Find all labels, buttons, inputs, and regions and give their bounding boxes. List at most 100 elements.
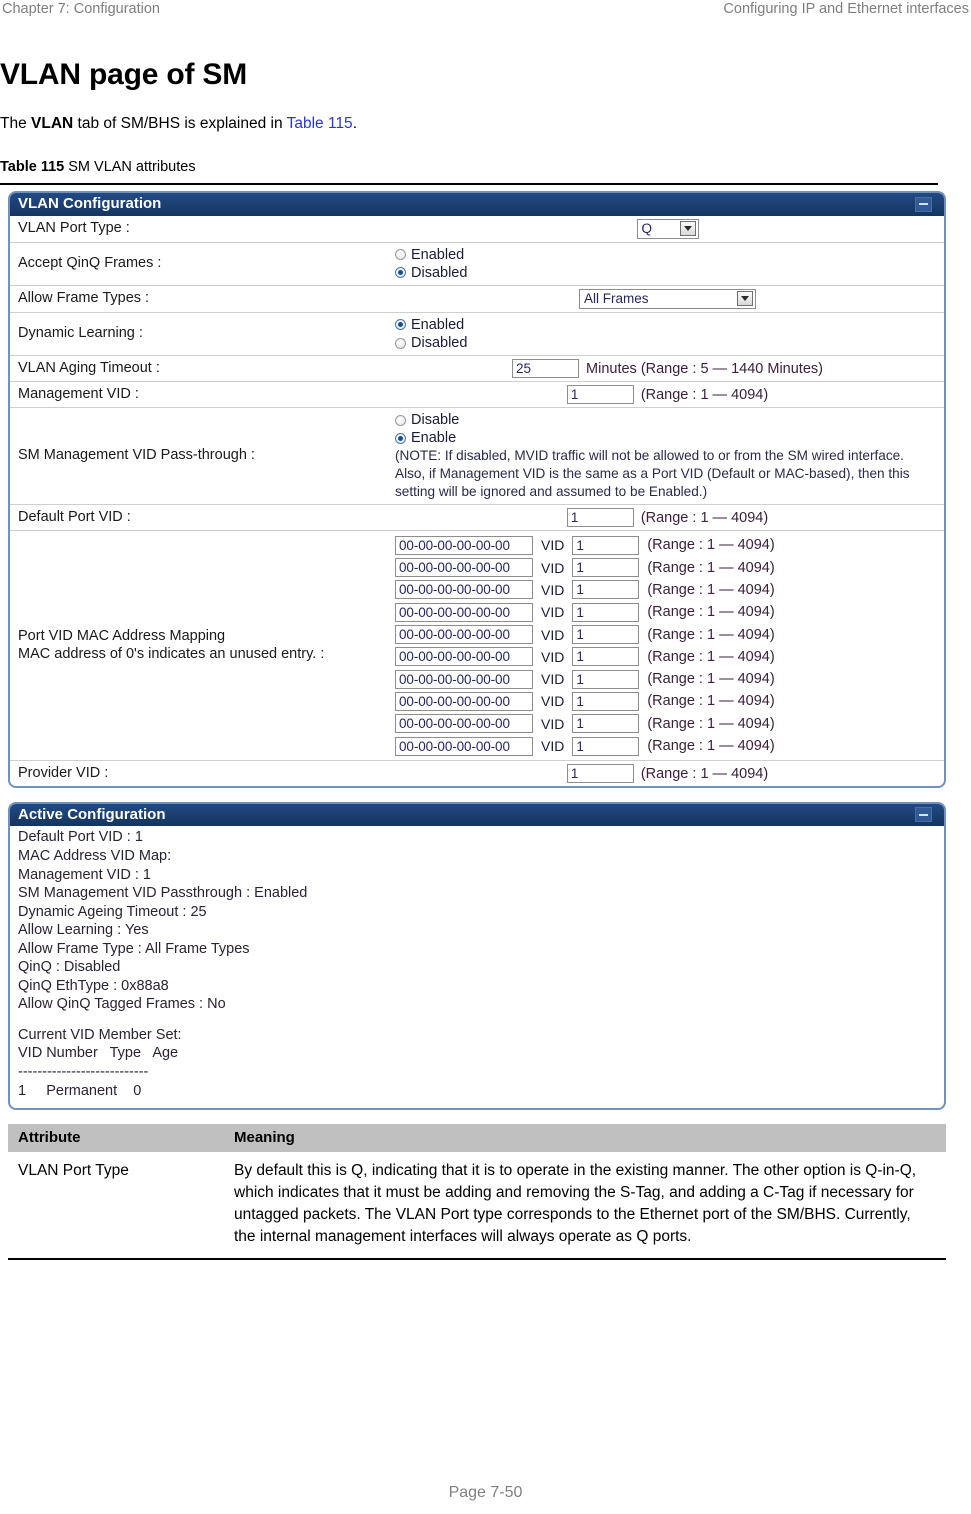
dynamic-learning-enabled-option[interactable]: Enabled: [395, 316, 940, 334]
mac-address-input[interactable]: 00-00-00-00-00-00: [395, 625, 533, 645]
vid-input[interactable]: 1: [572, 714, 640, 734]
management-vid-range-hint: (Range : 1 — 4094): [640, 386, 769, 403]
vid-input[interactable]: 1: [572, 558, 640, 578]
attribute-table: Attribute Meaning VLAN Port Type By defa…: [8, 1124, 946, 1261]
provider-vid-input[interactable]: 1: [566, 764, 634, 784]
port-vid-mac-mapping-label-line1: Port VID MAC Address Mapping: [18, 628, 226, 645]
vid-range-hint: (Range : 1 — 4094): [647, 537, 775, 554]
vid-label: VID: [541, 537, 565, 554]
mac-address-input[interactable]: 00-00-00-00-00-00: [395, 535, 533, 555]
vlan-aging-timeout-input[interactable]: 25: [512, 359, 580, 379]
accept-qinq-enabled-option[interactable]: Enabled: [395, 246, 940, 264]
column-header-attribute: Attribute: [18, 1129, 81, 1147]
page-number: Page 7-50: [448, 1484, 523, 1501]
row-accept-qinq-frames: Accept QinQ Frames : Enabled Disabled: [10, 243, 944, 286]
sm-passthrough-disable-option[interactable]: Disable: [395, 411, 940, 429]
mac-address-input[interactable]: 00-00-00-00-00-00: [395, 647, 533, 667]
value-provider-vid: 1 (Range : 1 — 4094): [395, 761, 944, 786]
accept-qinq-disabled-option[interactable]: Disabled: [395, 264, 940, 282]
vid-label: VID: [541, 559, 565, 576]
intro-bold-vlan: VLAN: [31, 115, 74, 132]
mac-address-input[interactable]: 00-00-00-00-00-00: [395, 691, 533, 711]
active-config-line: SM Management VID Passthrough : Enabled: [18, 885, 308, 902]
page-content: VLAN page of SM The VLAN tab of SM/BHS i…: [0, 58, 971, 1261]
active-config-line: Default Port VID : 1: [18, 829, 143, 846]
vid-range-hint: (Range : 1 — 4094): [647, 693, 775, 710]
vid-input[interactable]: 1: [572, 669, 640, 689]
vid-input[interactable]: 1: [572, 736, 640, 756]
default-port-vid-input[interactable]: 1: [566, 508, 634, 528]
mac-address-input[interactable]: 00-00-00-00-00-00: [395, 714, 533, 734]
sm-passthrough-enable-label: Enable: [411, 430, 457, 447]
radio-icon: [395, 414, 406, 426]
active-config-line: Allow QinQ Tagged Frames : No: [18, 996, 226, 1013]
vid-input[interactable]: 1: [572, 602, 640, 622]
active-config-spacer: [18, 1014, 944, 1026]
vid-range-hint: (Range : 1 — 4094): [647, 581, 775, 598]
mac-mapping-entry: 00-00-00-00-00-00 VID 1 (Range : 1 — 4094): [395, 623, 940, 645]
running-header: Chapter 7: Configuration Configuring IP …: [0, 0, 971, 22]
page-footer: Page 7-50: [0, 1484, 971, 1502]
column-header-meaning: Meaning: [234, 1129, 295, 1147]
active-config-line: VID Number Type Age: [18, 1045, 179, 1062]
vid-input[interactable]: 1: [572, 647, 640, 667]
label-provider-vid: Provider VID :: [18, 764, 109, 781]
vid-input[interactable]: 1: [572, 691, 640, 711]
provider-vid-range-hint: (Range : 1 — 4094): [640, 765, 769, 782]
allow-frame-types-select[interactable]: All Frames: [579, 288, 756, 309]
dynamic-learning-disabled-option[interactable]: Disabled: [395, 334, 940, 352]
page-title: VLAN page of SM: [0, 58, 248, 91]
mac-mapping-entry: 00-00-00-00-00-00 VID 1 (Range : 1 — 4094): [395, 556, 940, 578]
radio-selected-icon: [395, 267, 406, 279]
chevron-down-icon: [737, 291, 753, 307]
mac-mapping-entry: 00-00-00-00-00-00 VID 1 (Range : 1 — 4094): [395, 713, 940, 735]
vlan-port-type-select[interactable]: Q: [636, 218, 699, 239]
management-vid-input[interactable]: 1: [566, 385, 634, 405]
active-config-line: Current VID Member Set:: [18, 1026, 182, 1043]
mac-address-input[interactable]: 00-00-00-00-00-00: [395, 580, 533, 600]
sm-passthrough-enable-option[interactable]: Enable: [395, 429, 940, 447]
accept-qinq-enabled-label: Enabled: [411, 246, 465, 263]
mac-mapping-entry: 00-00-00-00-00-00 VID 1 (Range : 1 — 4094): [395, 690, 940, 712]
minimize-icon[interactable]: [915, 196, 932, 212]
mac-address-input[interactable]: 00-00-00-00-00-00: [395, 558, 533, 578]
row-vlan-aging-timeout: VLAN Aging Timeout : 25 Minutes (Range :…: [10, 356, 944, 383]
radio-selected-icon: [395, 319, 406, 331]
label-management-vid: Management VID :: [18, 385, 139, 402]
active-configuration-panel: Active Configuration Default Port VID : …: [8, 802, 946, 1111]
header-left-text: Chapter 7: Configuration: [2, 1, 160, 17]
mac-mapping-list: 00-00-00-00-00-00 VID 1 (Range : 1 — 4094) 0…: [395, 534, 940, 757]
attribute-table-header-row: Attribute Meaning: [8, 1124, 946, 1153]
row-port-vid-mac-mapping: Port VID MAC Address Mapping MAC address…: [10, 531, 944, 762]
table-115-link[interactable]: Table 115: [287, 115, 353, 132]
table-row: VLAN Port Type By default this is Q, ind…: [8, 1152, 946, 1261]
table-caption-text: SM VLAN attributes: [64, 159, 196, 176]
mac-address-input[interactable]: 00-00-00-00-00-00: [395, 602, 533, 622]
vid-input[interactable]: 1: [572, 580, 640, 600]
mac-address-input[interactable]: 00-00-00-00-00-00: [395, 736, 533, 756]
vid-input[interactable]: 1: [572, 535, 640, 555]
label-port-vid-mac-mapping: Port VID MAC Address Mapping MAC address…: [10, 531, 395, 760]
mac-mapping-entry: 00-00-00-00-00-00 VID 1 (Range : 1 — 4094): [395, 534, 940, 556]
cell-attribute-name: VLAN Port Type: [18, 1162, 129, 1180]
value-management-vid: 1 (Range : 1 — 4094): [395, 382, 944, 407]
mac-address-input[interactable]: 00-00-00-00-00-00: [395, 669, 533, 689]
active-config-line: ---------------------------: [18, 1063, 149, 1080]
vid-range-hint: (Range : 1 — 4094): [647, 604, 775, 621]
intro-text-after: .: [352, 115, 357, 132]
intro-text-middle: tab of SM/BHS is explained in: [73, 115, 287, 132]
intro-paragraph: The VLAN tab of SM/BHS is explained in T…: [0, 114, 971, 133]
minimize-icon[interactable]: [915, 807, 932, 823]
active-configuration-panel-header: Active Configuration: [10, 804, 944, 827]
vlan-configuration-panel: VLAN Configuration VLAN Port Type : Q Ac…: [8, 191, 946, 789]
vid-range-hint: (Range : 1 — 4094): [647, 648, 775, 665]
vid-label: VID: [541, 715, 565, 732]
active-config-line: QinQ : Disabled: [18, 959, 121, 976]
mac-mapping-entry: 00-00-00-00-00-00 VID 1 (Range : 1 — 4094): [395, 646, 940, 668]
table-caption-number: Table 115: [0, 159, 65, 176]
vid-range-hint: (Range : 1 — 4094): [647, 671, 775, 688]
value-dynamic-learning: Enabled Disabled: [395, 313, 944, 355]
active-config-line: Dynamic Ageing Timeout : 25: [18, 903, 207, 920]
active-configuration-panel-title: Active Configuration: [18, 806, 166, 824]
vid-input[interactable]: 1: [572, 625, 640, 645]
